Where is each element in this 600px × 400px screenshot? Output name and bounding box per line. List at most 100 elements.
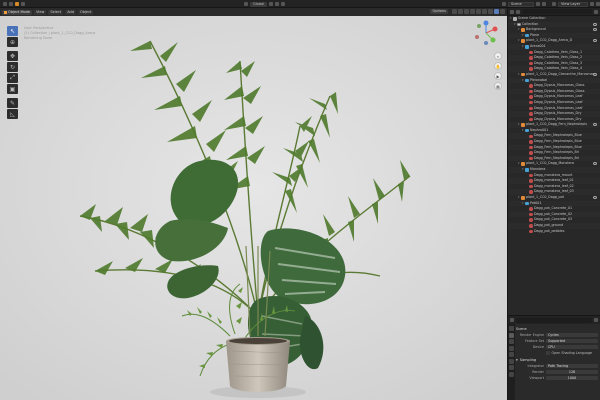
view-layer-tab-icon[interactable]	[509, 345, 514, 351]
editor-type-icon[interactable]	[3, 2, 7, 6]
camera-view-button[interactable]: ▶	[494, 72, 502, 80]
render-engine-dropdown[interactable]: Cycles	[546, 332, 598, 338]
viewport-samples-field[interactable]: 1000	[546, 375, 598, 381]
view-layer-field[interactable]: View Layer	[558, 1, 588, 7]
pivot-icon[interactable]	[244, 2, 248, 6]
cursor-tool[interactable]: ⊕	[7, 37, 18, 47]
pin-icon[interactable]	[594, 318, 598, 322]
x-axis-icon[interactable]	[492, 26, 498, 32]
cursor-icon: ↖	[9, 27, 16, 35]
material-icon	[529, 50, 533, 55]
hand-icon: ✋	[495, 63, 501, 69]
scene-name-field[interactable]: Scene	[508, 1, 534, 7]
pan-button[interactable]: ✋	[494, 62, 502, 70]
measure-tool[interactable]: ◺	[7, 109, 18, 119]
camera-icon: ▶	[496, 73, 500, 79]
pencil-icon: ✎	[9, 99, 16, 107]
mode-dropdown[interactable]: Object Mode	[2, 9, 33, 15]
gizmo-toggle-icon[interactable]	[458, 9, 463, 14]
proportional-edit-icon[interactable]	[281, 2, 286, 6]
filter-icon[interactable]	[594, 9, 598, 14]
outliner-row[interactable]: Dagg_pot_pebbles	[508, 229, 600, 235]
device-dropdown[interactable]: CPU	[546, 344, 598, 350]
overlay-toggle-icon[interactable]	[464, 9, 469, 14]
new-view-layer-icon[interactable]	[590, 2, 594, 6]
3d-viewport[interactable]: Object Mode View Select Add Object Optio…	[0, 8, 507, 400]
output-tab-icon[interactable]	[509, 339, 514, 344]
menu-icon[interactable]	[9, 2, 13, 6]
blender-logo-icon[interactable]	[15, 2, 19, 6]
menu-add[interactable]: Add	[65, 9, 76, 15]
neg-x-axis-icon[interactable]	[475, 35, 479, 39]
menu-view[interactable]: View	[34, 9, 47, 15]
rotate-tool[interactable]: ↻	[7, 62, 18, 72]
scale-tool[interactable]: ⤢	[7, 73, 18, 83]
visibility-eye-icon[interactable]	[593, 196, 597, 199]
menu-object[interactable]: Object	[77, 9, 94, 15]
select-box-tool[interactable]: ↖	[7, 26, 18, 36]
scene-tab-icon[interactable]	[509, 352, 514, 357]
osl-checkbox[interactable]	[546, 351, 550, 355]
delete-view-layer-icon[interactable]	[596, 2, 600, 6]
shading-wireframe-icon[interactable]	[476, 9, 481, 14]
zoom-button[interactable]: ⌕	[494, 52, 502, 60]
xray-toggle-icon[interactable]	[470, 9, 475, 14]
transform-controls: Global	[244, 1, 286, 7]
magnet-icon[interactable]	[275, 2, 280, 6]
snap-icon[interactable]	[269, 2, 274, 6]
move-tool[interactable]: ✥	[7, 51, 18, 61]
object-icon	[521, 123, 525, 127]
outliner-editor-icon[interactable]	[510, 9, 514, 14]
shading-material-icon[interactable]	[488, 9, 493, 14]
properties-panel: Scene Render Engine Cycles Feature Set S…	[507, 315, 600, 400]
render-tab-icon[interactable]	[509, 332, 514, 338]
ruler-icon: ◺	[10, 110, 15, 118]
file-icon[interactable]	[21, 2, 25, 6]
y-axis-icon[interactable]	[490, 37, 496, 43]
delete-scene-icon[interactable]	[542, 2, 546, 6]
neg-y-axis-icon[interactable]	[477, 24, 481, 28]
shading-options-icon[interactable]	[500, 9, 505, 14]
visibility-icon[interactable]	[452, 9, 457, 14]
device-label: Device	[532, 345, 544, 349]
material-icon	[529, 173, 533, 178]
visibility-eye-icon[interactable]	[593, 162, 597, 166]
material-icon	[529, 95, 533, 99]
perspective-toggle-button[interactable]: ▦	[494, 82, 502, 90]
visibility-eye-icon[interactable]	[593, 39, 597, 43]
options-dropdown[interactable]: Options	[430, 9, 448, 14]
material-icon	[529, 145, 533, 150]
collection-tab-icon[interactable]	[509, 365, 514, 370]
properties-search-input[interactable]	[516, 317, 592, 323]
tool-tab-icon[interactable]	[509, 326, 514, 331]
orientation-dropdown[interactable]: Global	[250, 1, 268, 7]
z-axis-icon[interactable]	[483, 20, 489, 26]
outliner-search-input[interactable]	[522, 9, 592, 14]
transform-tool[interactable]: ▣	[7, 84, 18, 94]
texture-tab-icon[interactable]	[509, 371, 514, 377]
material-icon	[529, 61, 533, 66]
integrator-label: Integrator	[527, 364, 544, 368]
feature-set-dropdown[interactable]: Supported	[546, 338, 598, 344]
visibility-eye-icon[interactable]	[593, 28, 597, 32]
neg-z-axis-icon[interactable]	[484, 41, 488, 45]
world-tab-icon[interactable]	[509, 358, 514, 364]
shading-rendered-icon[interactable]	[494, 9, 499, 14]
material-icon	[529, 179, 533, 183]
render-samples-field[interactable]: 128	[546, 369, 598, 375]
mesh-data-icon	[525, 128, 529, 133]
navigation-gizmo[interactable]	[473, 20, 499, 46]
shading-solid-icon[interactable]	[482, 9, 487, 14]
display-mode-icon[interactable]	[516, 9, 520, 14]
new-scene-icon[interactable]	[536, 2, 540, 6]
chevron-down-icon: ▾	[516, 358, 518, 362]
properties-editor-icon[interactable]	[510, 318, 514, 322]
visibility-eye-icon[interactable]	[593, 22, 597, 26]
integrator-dropdown[interactable]: Path Tracing	[546, 363, 598, 369]
material-icon	[529, 84, 533, 88]
annotate-tool[interactable]: ✎	[7, 98, 18, 108]
view-layer-icon	[552, 2, 556, 6]
visibility-eye-icon[interactable]	[593, 72, 597, 76]
menu-select[interactable]: Select	[48, 9, 64, 15]
visibility-eye-icon[interactable]	[593, 123, 597, 127]
